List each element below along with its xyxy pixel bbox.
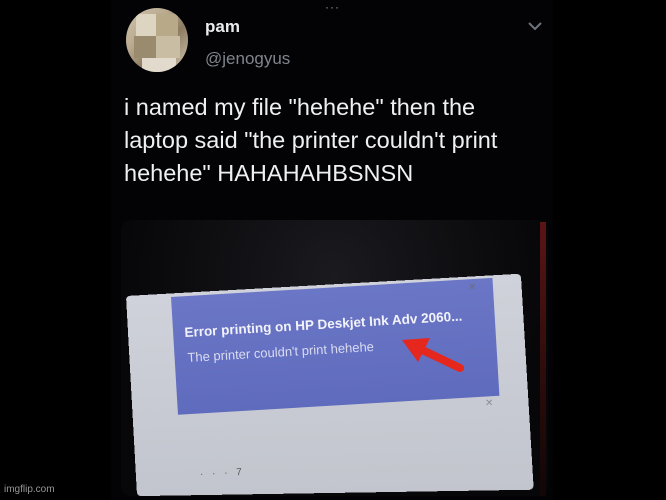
dismiss-icon: ✕ <box>485 398 494 409</box>
avatar[interactable] <box>126 8 188 72</box>
chevron-down-icon[interactable] <box>527 20 543 32</box>
watermark: imgflip.com <box>4 484 55 495</box>
red-arrow-icon <box>402 338 464 372</box>
ruler-marks: · · · 7 <box>199 466 246 481</box>
author-handle[interactable]: @jenogyus <box>205 49 290 69</box>
close-icon[interactable]: ✕ <box>468 282 476 293</box>
more-options-dots[interactable]: ··· <box>325 0 340 14</box>
tweet-text: i named my file "hehehe" then the laptop… <box>124 94 498 186</box>
author-name[interactable]: pam <box>205 17 240 37</box>
laptop-edge <box>540 222 546 496</box>
